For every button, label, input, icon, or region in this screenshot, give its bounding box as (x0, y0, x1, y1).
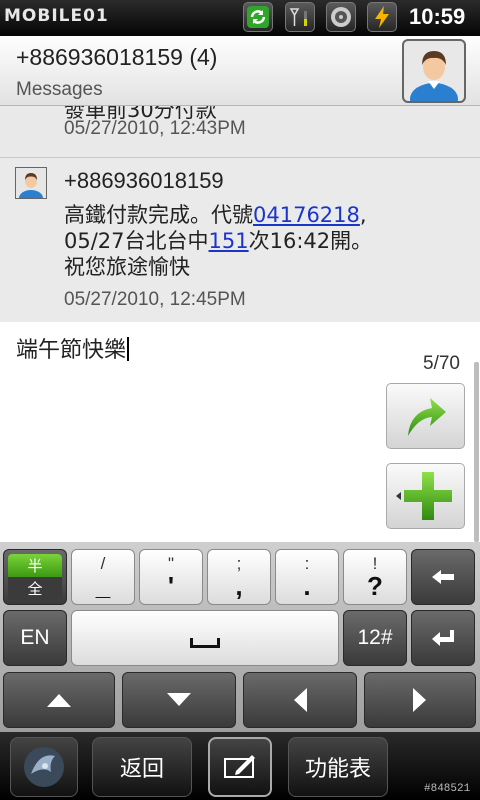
header-subtitle: Messages (16, 79, 103, 100)
message-timestamp: 05/27/2010, 12:43PM (64, 118, 246, 139)
menu-button[interactable]: 功能表 (288, 737, 388, 797)
space-key[interactable] (71, 610, 339, 666)
number-mode-key[interactable]: 12# (343, 610, 407, 666)
cursor-down-key[interactable] (122, 672, 236, 728)
width-toggle-badge: 半 全 (8, 554, 62, 600)
conversation-title: +886936018159 (4) (16, 44, 218, 70)
message-text: , (359, 203, 367, 227)
message-text: 祝您旅途愉快 (64, 255, 190, 279)
symbol-key[interactable]: " ' (139, 549, 203, 605)
status-bar: MOBILE01 10:59 (0, 0, 480, 36)
person-icon (404, 41, 464, 101)
soft-keyboard: 半 全 / _ " ' ; , : . ! ? EN 12# (0, 542, 480, 732)
bottom-nav: 返回 功能表 (0, 732, 480, 800)
enter-icon (432, 630, 454, 646)
home-button[interactable] (10, 737, 78, 797)
character-counter: 5/70 (423, 353, 460, 374)
number-mode-label: 12# (357, 626, 393, 649)
english-mode-key[interactable]: EN (3, 610, 67, 666)
menu-button-label: 功能表 (304, 757, 371, 782)
backspace-icon (432, 570, 454, 584)
compose-input[interactable]: 端午節快樂 (16, 332, 130, 364)
message-list[interactable]: 發車前30分付款 05/27/2010, 12:43PM +8869360181… (0, 106, 480, 322)
compose-toggle-button[interactable] (208, 737, 272, 797)
symbol-key-bottom: . (303, 571, 311, 601)
message-text: 次16:42開。 (248, 229, 373, 253)
symbol-key[interactable]: ; , (207, 549, 271, 605)
arrow-left-icon (294, 688, 307, 712)
message-timestamp: 05/27/2010, 12:45PM (64, 289, 246, 310)
message-text: 高鐵付款完成。代號 (64, 203, 253, 227)
backspace-key[interactable] (411, 549, 475, 605)
message-sender: +886936018159 (64, 168, 224, 193)
compose-scrollbar[interactable] (474, 362, 479, 542)
sync-icon (243, 2, 273, 32)
back-button[interactable]: 返回 (92, 737, 192, 797)
symbol-key-bottom: _ (95, 571, 111, 601)
person-icon (16, 168, 46, 198)
cursor-left-key[interactable] (243, 672, 357, 728)
attach-button[interactable] (386, 463, 465, 529)
symbol-key-bottom: ' (167, 571, 175, 601)
contact-photo-button[interactable] (402, 39, 466, 103)
watermark: #848521 (424, 783, 471, 795)
space-icon (190, 638, 220, 648)
english-mode-label: EN (20, 626, 50, 649)
brand-logo: MOBILE01 (4, 6, 109, 26)
message-text: 05/27台北台中 (64, 229, 209, 253)
clock: 10:59 (409, 4, 466, 29)
send-button[interactable] (386, 383, 465, 449)
train-number-link[interactable]: 151 (209, 229, 249, 253)
message-item[interactable]: +886936018159 高鐵付款完成。代號04176218, 05/27台北… (0, 158, 480, 322)
charging-icon (367, 2, 397, 32)
compose-area[interactable]: 端午節快樂 5/70 (0, 322, 480, 542)
home-icon (24, 747, 64, 787)
half-width-label: 半 (8, 554, 62, 577)
message-body: 高鐵付款完成。代號04176218, 05/27台北台中151次16:42開。 … (64, 202, 464, 280)
symbol-key[interactable]: : . (275, 549, 339, 605)
arrow-right-icon (413, 688, 426, 712)
cursor-right-key[interactable] (364, 672, 476, 728)
symbol-key-bottom: ? (367, 571, 383, 601)
edit-box-icon (224, 755, 255, 778)
enter-key[interactable] (411, 610, 475, 666)
compose-input-text: 端午節快樂 (16, 338, 127, 363)
plus-icon (395, 472, 452, 520)
half-full-width-key[interactable]: 半 全 (3, 549, 67, 605)
sender-avatar (15, 167, 47, 199)
conversation-header: +886936018159 (4) Messages (0, 36, 480, 106)
signal-icon (285, 2, 315, 32)
symbol-key[interactable]: / _ (71, 549, 135, 605)
full-width-label: 全 (27, 580, 43, 598)
arrow-up-icon (47, 694, 71, 707)
disc-icon (326, 2, 356, 32)
arrow-down-icon (167, 693, 191, 706)
back-button-label: 返回 (119, 757, 164, 782)
text-caret (127, 337, 130, 361)
symbol-key[interactable]: ! ? (343, 549, 407, 605)
send-arrow-icon (407, 398, 446, 436)
symbol-key-bottom: , (235, 571, 243, 601)
cursor-up-key[interactable] (3, 672, 115, 728)
message-item[interactable]: 發車前30分付款 05/27/2010, 12:43PM (0, 106, 480, 158)
booking-code-link[interactable]: 04176218 (253, 203, 360, 227)
